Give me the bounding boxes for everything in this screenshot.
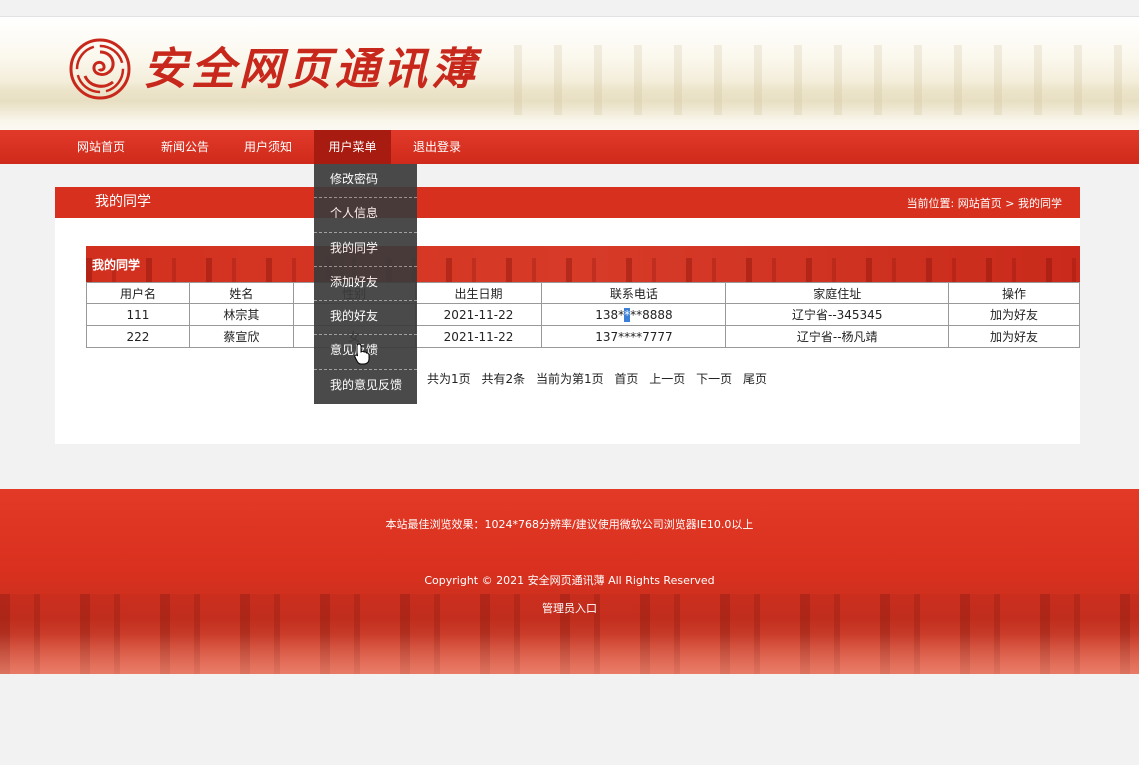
browser-tip: 本站最佳浏览效果：1024*768分辨率/建议使用微软公司浏览器IE10.0以上 (385, 518, 754, 531)
add-friend-link[interactable]: 加为好友 (948, 303, 1080, 326)
menu-my-friends[interactable]: 我的好友 (314, 301, 417, 336)
cell-username: 222 (86, 325, 190, 348)
table-row: 222 蔡宣欣 女 2021-11-22 137****7777 辽宁省--杨凡… (86, 325, 1080, 348)
breadcrumb-prefix: 当前位置: (906, 197, 955, 210)
menu-my-feedback[interactable]: 我的意见反馈 (314, 370, 417, 404)
site-title: 安全网页通讯薄 (143, 44, 479, 95)
pager-next-link[interactable]: 下一页 (696, 372, 732, 386)
cell-birth: 2021-11-22 (414, 303, 543, 326)
menu-personal-info[interactable]: 个人信息 (314, 198, 417, 233)
site-logo-icon (69, 38, 131, 100)
pager-prev-link[interactable]: 上一页 (649, 372, 685, 386)
panel-title: 我的同学 (95, 194, 151, 210)
main-nav: 网站首页 新闻公告 用户须知 用户菜单 退出登录 (0, 130, 1139, 164)
nav-user-notice[interactable]: 用户须知 (231, 130, 305, 164)
panel-header: 我的同学 当前位置: 网站首页 > 我的同学 (55, 187, 1080, 218)
cell-address: 辽宁省--杨凡靖 (725, 325, 950, 348)
menu-my-classmates[interactable]: 我的同学 (314, 233, 417, 267)
col-header-name: 姓名 (188, 282, 294, 304)
nav-user-menu[interactable]: 用户菜单 (314, 130, 391, 164)
footer-background-fade (0, 634, 1139, 674)
col-header-username: 用户名 (86, 282, 190, 304)
cell-username: 111 (86, 303, 190, 326)
breadcrumb: 当前位置: 网站首页 > 我的同学 (907, 187, 1062, 220)
admin-entry-link[interactable]: 管理员入口 (0, 600, 1139, 616)
cell-phone: 137****7777 (541, 325, 727, 348)
copyright: Copyright © 2021 安全网页通讯薄 All Rights Rese… (424, 574, 715, 587)
menu-add-friend[interactable]: 添加好友 (314, 267, 417, 302)
pager-total-items: 共有2条 (481, 372, 526, 386)
nav-logout[interactable]: 退出登录 (400, 130, 474, 164)
hand-cursor-icon (354, 343, 370, 365)
cell-address: 辽宁省--345345 (725, 303, 950, 326)
breadcrumb-home-link[interactable]: 网站首页 (958, 197, 1002, 210)
col-header-action: 操作 (948, 282, 1080, 304)
site-footer: 本站最佳浏览效果：1024*768分辨率/建议使用微软公司浏览器IE10.0以上… (0, 489, 1139, 674)
table-caption: 我的同学 (92, 258, 141, 272)
content-panel: 我的同学 当前位置: 网站首页 > 我的同学 我的同学 用户名 姓名 性别 出生… (55, 187, 1080, 444)
cell-name: 蔡宣欣 (188, 325, 294, 348)
caption-background-art (86, 258, 1080, 282)
table-row: 111 林宗其 2021-11-22 138****8888 辽宁省--3453… (86, 303, 1080, 326)
classmates-table: 用户名 姓名 性别 出生日期 联系电话 家庭住址 操作 111 林宗其 2021… (86, 282, 1080, 348)
add-friend-link[interactable]: 加为好友 (948, 325, 1080, 348)
nav-news[interactable]: 新闻公告 (148, 130, 222, 164)
user-menu-dropdown: 修改密码 个人信息 我的同学 添加好友 我的好友 意见反馈 我的意见反馈 (314, 164, 417, 405)
pager-total-pages: 共为1页 (427, 372, 471, 386)
table-caption-bar: 我的同学 (86, 246, 1080, 282)
pager-last-link[interactable]: 尾页 (743, 372, 767, 386)
phone-text-rest: **8888 (630, 307, 673, 322)
breadcrumb-separator: > (1005, 197, 1015, 210)
cell-birth: 2021-11-22 (414, 325, 543, 348)
menu-change-password[interactable]: 修改密码 (314, 164, 417, 199)
pager-first-link[interactable]: 首页 (614, 372, 638, 386)
nav-home[interactable]: 网站首页 (64, 130, 138, 164)
breadcrumb-current: 我的同学 (1018, 197, 1062, 210)
col-header-birth: 出生日期 (414, 282, 543, 304)
table-header-row: 用户名 姓名 性别 出生日期 联系电话 家庭住址 操作 (86, 282, 1080, 304)
col-header-phone: 联系电话 (541, 282, 727, 304)
pagination: 共为1页 共有2条 当前为第1页 首页 上一页 下一页 尾页 (427, 370, 774, 387)
cell-phone: 138****8888 (541, 303, 727, 326)
phone-text: 138* (595, 307, 625, 322)
col-header-address: 家庭住址 (725, 282, 950, 304)
site-header: 安全网页通讯薄 (0, 17, 1139, 130)
cell-name: 林宗其 (188, 303, 294, 326)
browser-top-strip (0, 0, 1139, 17)
pager-current: 当前为第1页 (535, 372, 604, 386)
